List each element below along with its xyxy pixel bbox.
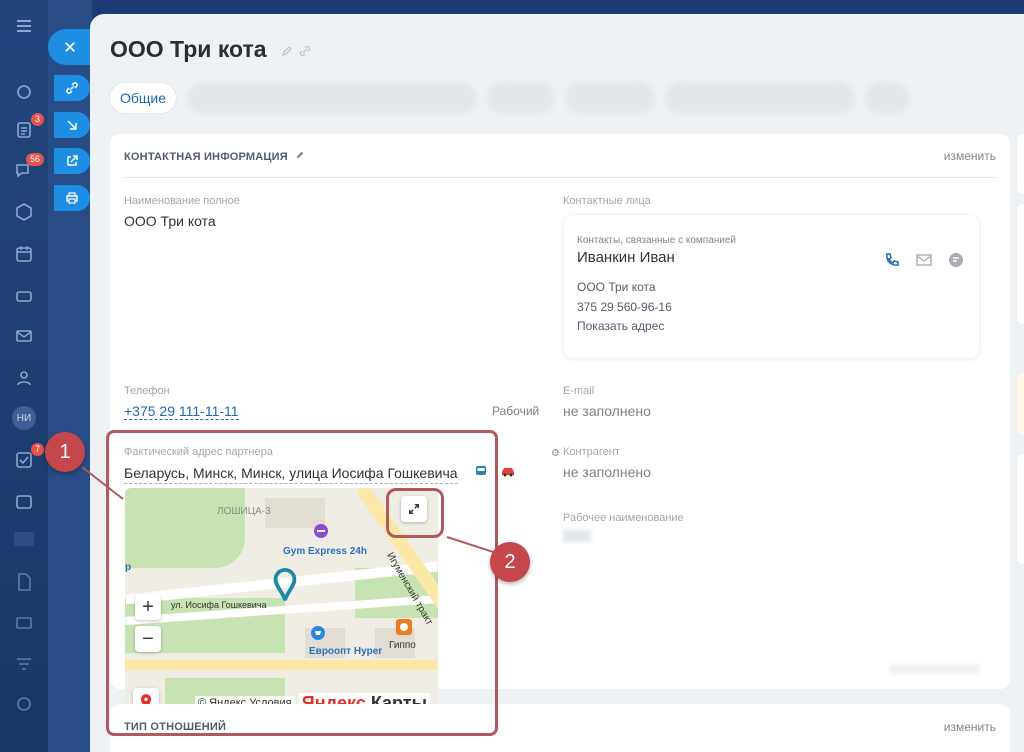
full-name-value: ООО Три кота [124,213,216,229]
tasks-badge: 3 [30,113,44,126]
phone-type: Рабочий [492,404,540,418]
annotation-marker-2: 2 [490,542,530,582]
calendar-icon[interactable] [12,242,36,266]
rail-item-blurred[interactable] [14,532,34,546]
counterparty-label: Контрагент [563,446,620,458]
show-address-link[interactable]: Показать адрес [577,319,664,333]
work-name-value-blurred [563,530,591,542]
employees-icon[interactable] [12,366,36,390]
contact-person-card[interactable]: Контакты, связанные с компанией Иванкин … [563,214,980,359]
left-navigation-rail: 3 56 НИ 7 [0,0,48,752]
settings-icon[interactable] [12,692,36,716]
divider [124,177,996,178]
copy-link-button[interactable] [54,75,90,101]
checklist-badge: 7 [30,443,44,456]
print-button[interactable] [54,185,90,211]
email-icon[interactable] [915,251,933,274]
edit-title-icon[interactable] [281,44,293,56]
tab-blurred-2[interactable] [487,82,556,114]
contact-name[interactable]: Иванкин Иван [577,249,675,266]
tab-general[interactable]: Общие [109,82,178,114]
close-icon [65,42,75,52]
annotation-box-fullscreen [386,488,444,538]
phone-icon[interactable] [883,251,901,274]
car-icon[interactable] [500,466,516,480]
page-title: ООО Три кота [110,36,267,62]
chat-badge: 56 [25,153,44,166]
work-name-label: Рабочее наименование [563,512,684,524]
open-new-window-button[interactable] [54,148,90,174]
activity-icon[interactable] [12,80,36,104]
mail-icon[interactable] [12,324,36,348]
full-name-label: Наименование полное [124,195,240,207]
contact-phone: 375 29 560-96-16 [577,300,672,314]
link-icon [66,82,78,94]
message-icon[interactable] [947,251,965,274]
external-link-icon [67,155,78,166]
contact-persons-label: Контактные лица [563,195,651,207]
phone-label: Телефон [124,385,170,397]
tab-blurred-4[interactable] [665,82,856,114]
side-card-blurred [1017,204,1024,324]
contact-company: ООО Три кота [577,280,656,294]
gear-icon[interactable] [550,445,561,463]
chat-icon[interactable]: 56 [12,153,44,182]
checklist-icon[interactable]: 7 [12,443,44,472]
contact-card-subtitle: Контакты, связанные с компанией [577,235,737,246]
phone-link[interactable]: +375 29 111-11-11 [124,403,239,420]
side-card-blurred [1017,134,1024,194]
side-card-blurred [1017,454,1024,564]
annotation-box-address [106,430,498,736]
close-slider-button[interactable] [48,29,92,65]
copy-link-icon[interactable] [299,44,311,57]
counterparty-value: не заполнено [563,464,651,480]
edit-section-icon[interactable] [295,150,305,163]
edit-relation-link[interactable]: изменить [944,720,996,734]
annotation-marker-1: 1 [45,432,85,472]
tasks-icon[interactable]: 3 [12,113,44,142]
user-avatar[interactable]: НИ [12,406,36,430]
tab-blurred-1[interactable] [187,82,478,114]
email-label: E-mail [563,385,595,397]
print-icon [66,192,78,204]
minimize-button[interactable] [54,112,90,138]
contacts-card-icon[interactable] [12,490,36,514]
monitor-icon[interactable] [12,612,36,636]
filter-icon[interactable] [12,652,36,676]
tab-blurred-5[interactable] [865,82,911,114]
crm-icon[interactable] [12,200,36,224]
blurred-link[interactable] [890,664,980,674]
email-value: не заполнено [563,403,651,419]
menu-icon[interactable] [12,14,36,38]
section-title: КОНТАКТНАЯ ИНФОРМАЦИЯ [124,150,305,163]
drive-icon[interactable] [12,284,36,308]
edit-section-link[interactable]: изменить [944,149,996,163]
document-icon[interactable] [12,570,36,594]
minimize-icon [67,120,77,130]
side-card-blurred [1017,374,1024,434]
tab-blurred-3[interactable] [565,82,656,114]
